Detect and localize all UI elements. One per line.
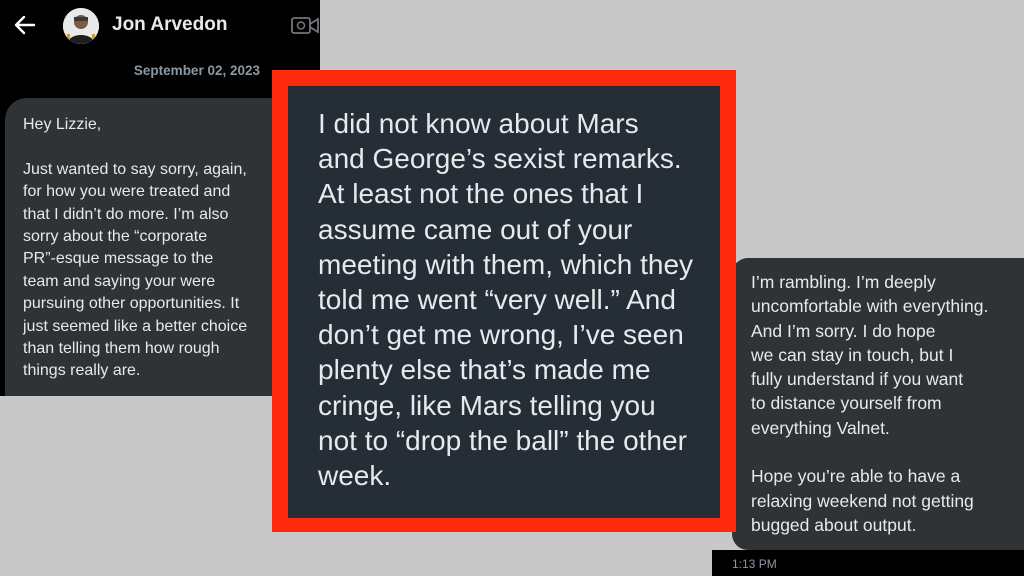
conversation-header: Jon Arvedon xyxy=(0,0,320,52)
video-camera-icon xyxy=(291,17,319,34)
avatar-image xyxy=(63,8,99,44)
back-button[interactable] xyxy=(12,12,38,38)
message-bubble-right: I’m rambling. I’m deeply uncomfortable w… xyxy=(732,258,1024,550)
highlighted-message-frame: I did not know about Mars and George’s s… xyxy=(272,70,736,532)
message-text: Hey Lizzie, Just wanted to say sorry, ag… xyxy=(23,116,248,380)
message-text-right: I’m rambling. I’m deeply uncomfortable w… xyxy=(751,272,989,535)
highlighted-message-text: I did not know about Mars and George’s s… xyxy=(318,108,694,492)
video-call-button[interactable] xyxy=(290,14,320,38)
highlighted-message-bubble: I did not know about Mars and George’s s… xyxy=(288,86,720,518)
message-timestamp: 1:13 PM xyxy=(732,557,777,571)
message-bubble: Hey Lizzie, Just wanted to say sorry, ag… xyxy=(5,98,305,396)
contact-name[interactable]: Jon Arvedon xyxy=(112,14,227,36)
avatar[interactable] xyxy=(63,8,99,44)
message-timestamp-bar: 1:13 PM xyxy=(712,550,1024,576)
date-separator: September 02, 2023 xyxy=(133,63,260,78)
arrow-left-icon xyxy=(14,15,36,35)
